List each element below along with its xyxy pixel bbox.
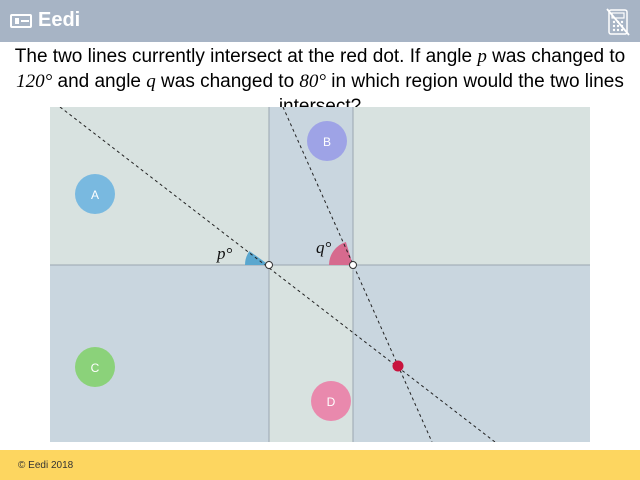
- logo-text: Eedi: [38, 9, 81, 31]
- question-part-4: was changed to: [155, 71, 300, 92]
- header-bar: Eedi: [0, 0, 640, 42]
- region-d[interactable]: D: [311, 381, 351, 421]
- question-part-3: and angle: [52, 71, 147, 92]
- footer-bar: © Eedi 2018: [0, 450, 640, 480]
- region-d-label: D: [327, 395, 336, 409]
- angle-q-value: 80°: [299, 71, 327, 92]
- region-a[interactable]: A: [75, 174, 115, 214]
- intersection-diagram: p° q° A B C D: [50, 107, 590, 442]
- angle-p-label: p°: [216, 244, 233, 263]
- pivot-point-p: [265, 261, 273, 269]
- variable-q: q: [146, 71, 156, 92]
- region-b-label: B: [323, 135, 331, 149]
- angle-q-label: q°: [316, 238, 332, 257]
- logo-mark-icon: [10, 13, 32, 28]
- eedi-logo: Eedi: [10, 9, 80, 32]
- region-c[interactable]: C: [75, 347, 115, 387]
- copyright-text: © Eedi 2018: [18, 460, 74, 471]
- question-part-1: The two lines currently intersect at the…: [14, 46, 478, 67]
- region-a-label: A: [91, 188, 99, 202]
- pivot-point-q: [349, 261, 357, 269]
- variable-p: p: [477, 46, 487, 67]
- angle-p-value: 120°: [16, 71, 53, 92]
- question-part-2: was changed to: [486, 46, 626, 67]
- panel-top-right: [353, 107, 590, 265]
- calculator-crossed-icon: [606, 8, 630, 36]
- panel-bottom-right: [353, 265, 590, 442]
- region-c-label: C: [91, 361, 100, 375]
- red-intersection-dot: [392, 360, 404, 372]
- region-b[interactable]: B: [307, 121, 347, 161]
